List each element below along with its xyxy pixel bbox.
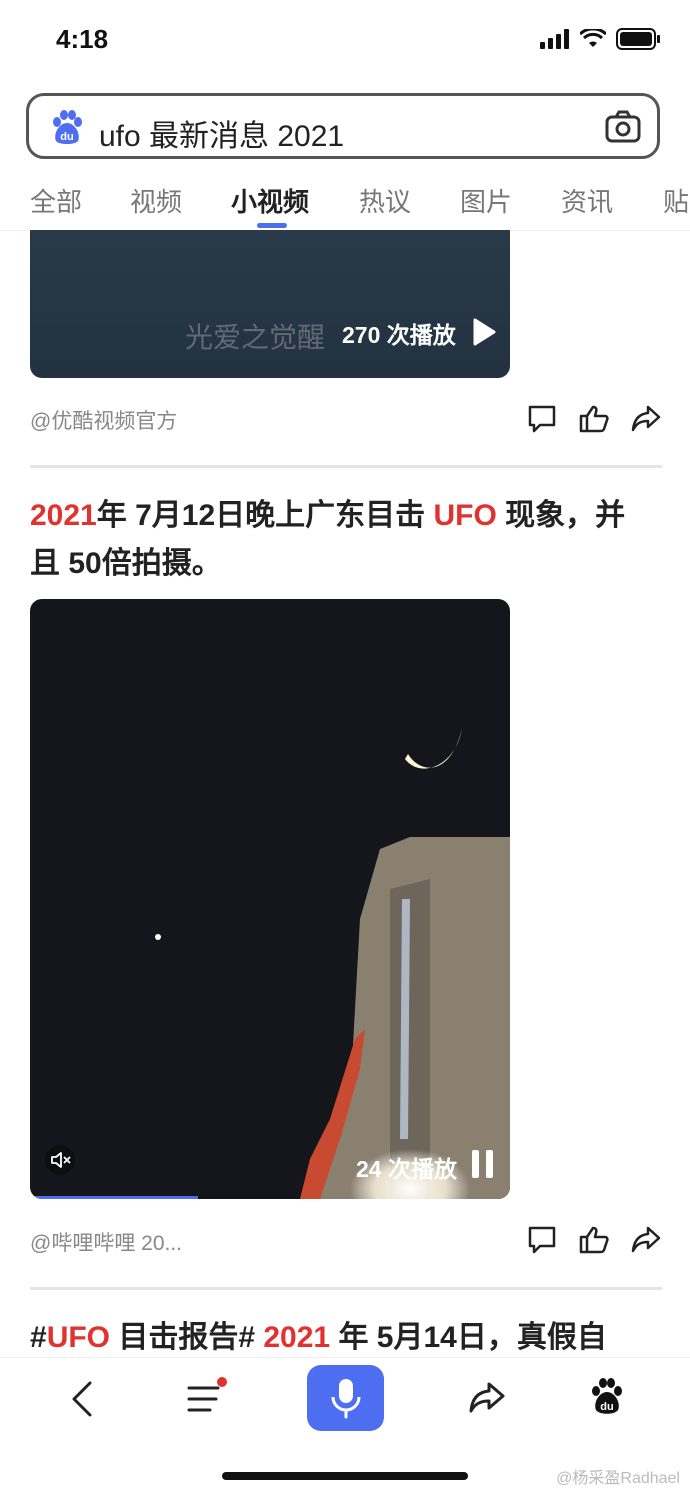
- play-count: 24 次播放: [356, 1156, 457, 1182]
- pause-icon[interactable]: [470, 1148, 496, 1180]
- comment-icon[interactable]: [526, 1225, 558, 1255]
- video-title[interactable]: 2021年 7月12日晚上广东目击 UFO 现象，并且 50倍拍摄。: [30, 492, 670, 588]
- search-input[interactable]: ufo 最新消息 2021: [99, 111, 344, 155]
- play-count: 270 次播放: [342, 322, 456, 348]
- tab-tieba[interactable]: 贴: [663, 182, 689, 219]
- tab-images[interactable]: 图片: [460, 182, 512, 219]
- tab-news[interactable]: 资讯: [561, 182, 613, 219]
- tab-discussion[interactable]: 热议: [359, 182, 411, 219]
- voice-search-button[interactable]: [307, 1365, 384, 1431]
- video-watermark: 光爱之觉醒: [185, 322, 326, 353]
- share-icon[interactable]: [468, 1380, 506, 1416]
- back-icon[interactable]: [68, 1380, 96, 1418]
- feed: 光爱之觉醒 270 次播放 @优酷视频官方 2021年 7月12日晚上广东目击 …: [0, 230, 690, 1357]
- video-title[interactable]: #UFO 目击报告# 2021 年 5月14日，真假自: [30, 1314, 670, 1357]
- svg-text:du: du: [600, 1401, 613, 1413]
- video-frame: [155, 729, 510, 1199]
- video-source[interactable]: @优酷视频官方: [30, 405, 177, 435]
- like-icon[interactable]: [578, 404, 610, 434]
- active-tab-indicator: [257, 223, 287, 228]
- battery-icon: [616, 28, 660, 50]
- menu-icon[interactable]: [186, 1376, 232, 1418]
- video-player[interactable]: 24 次播放: [30, 599, 510, 1199]
- share-icon[interactable]: [630, 404, 662, 434]
- video-progress-bar: [30, 1196, 198, 1199]
- share-icon[interactable]: [630, 1225, 662, 1255]
- mute-icon[interactable]: [44, 1145, 76, 1175]
- video-thumbnail[interactable]: 光爱之觉醒 270 次播放: [30, 230, 510, 378]
- status-bar: 4:18: [0, 0, 690, 84]
- divider: [30, 465, 662, 468]
- action-row: [526, 404, 662, 434]
- microphone-icon: [331, 1379, 361, 1419]
- search-box[interactable]: du ufo 最新消息 2021: [26, 93, 660, 159]
- watermark-credit: @杨采盈Radhael: [556, 1470, 680, 1487]
- category-tabs: 全部 视频 小视频 热议 图片 资讯 贴: [0, 174, 690, 231]
- svg-text:du: du: [60, 131, 73, 143]
- tab-video[interactable]: 视频: [130, 182, 182, 219]
- tab-short-video[interactable]: 小视频: [231, 182, 309, 219]
- status-icons: [540, 28, 660, 50]
- home-indicator[interactable]: [222, 1472, 468, 1480]
- tab-all[interactable]: 全部: [30, 182, 82, 219]
- camera-icon[interactable]: [605, 109, 641, 143]
- baidu-logo-icon: du: [53, 110, 82, 144]
- action-row: [526, 1225, 662, 1255]
- wifi-icon: [580, 29, 606, 47]
- status-time: 4:18: [56, 24, 109, 54]
- signal-icon: [540, 29, 569, 49]
- baidu-home-icon[interactable]: du: [589, 1378, 625, 1416]
- video-source[interactable]: @哔哩哔哩 20...: [30, 1227, 182, 1257]
- comment-icon[interactable]: [526, 404, 558, 434]
- play-icon[interactable]: [472, 318, 496, 346]
- divider: [30, 1287, 662, 1290]
- like-icon[interactable]: [578, 1225, 610, 1255]
